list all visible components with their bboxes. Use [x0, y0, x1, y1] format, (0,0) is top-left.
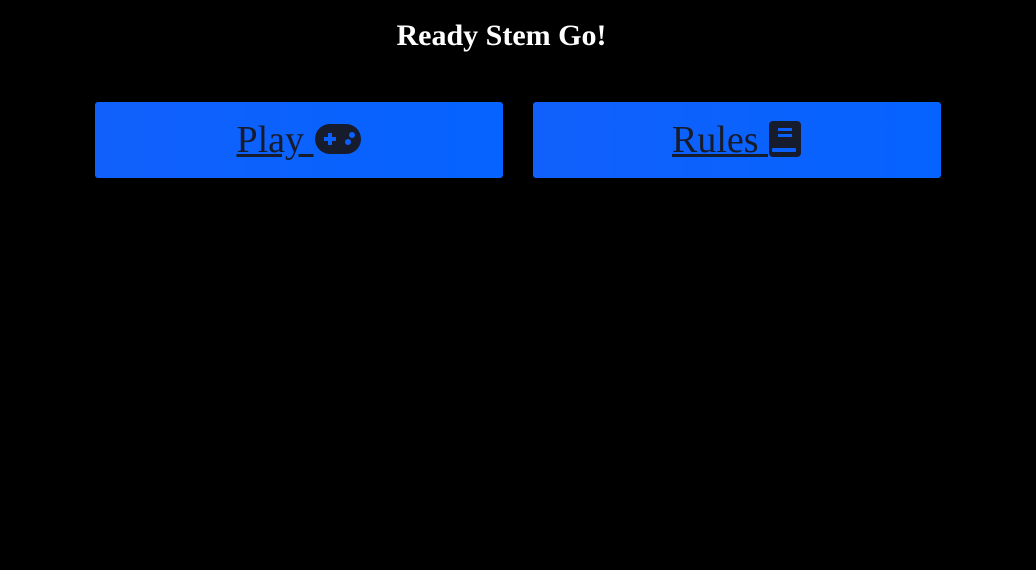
play-button[interactable]: Play: [95, 102, 503, 178]
book-icon: [768, 120, 802, 158]
page-title: Ready Stem Go!: [396, 19, 607, 52]
rules-button-label: Rules: [671, 119, 769, 161]
play-button-label: Play: [236, 119, 314, 161]
gamepad-icon: [314, 123, 362, 155]
rules-button[interactable]: Rules: [533, 102, 941, 178]
